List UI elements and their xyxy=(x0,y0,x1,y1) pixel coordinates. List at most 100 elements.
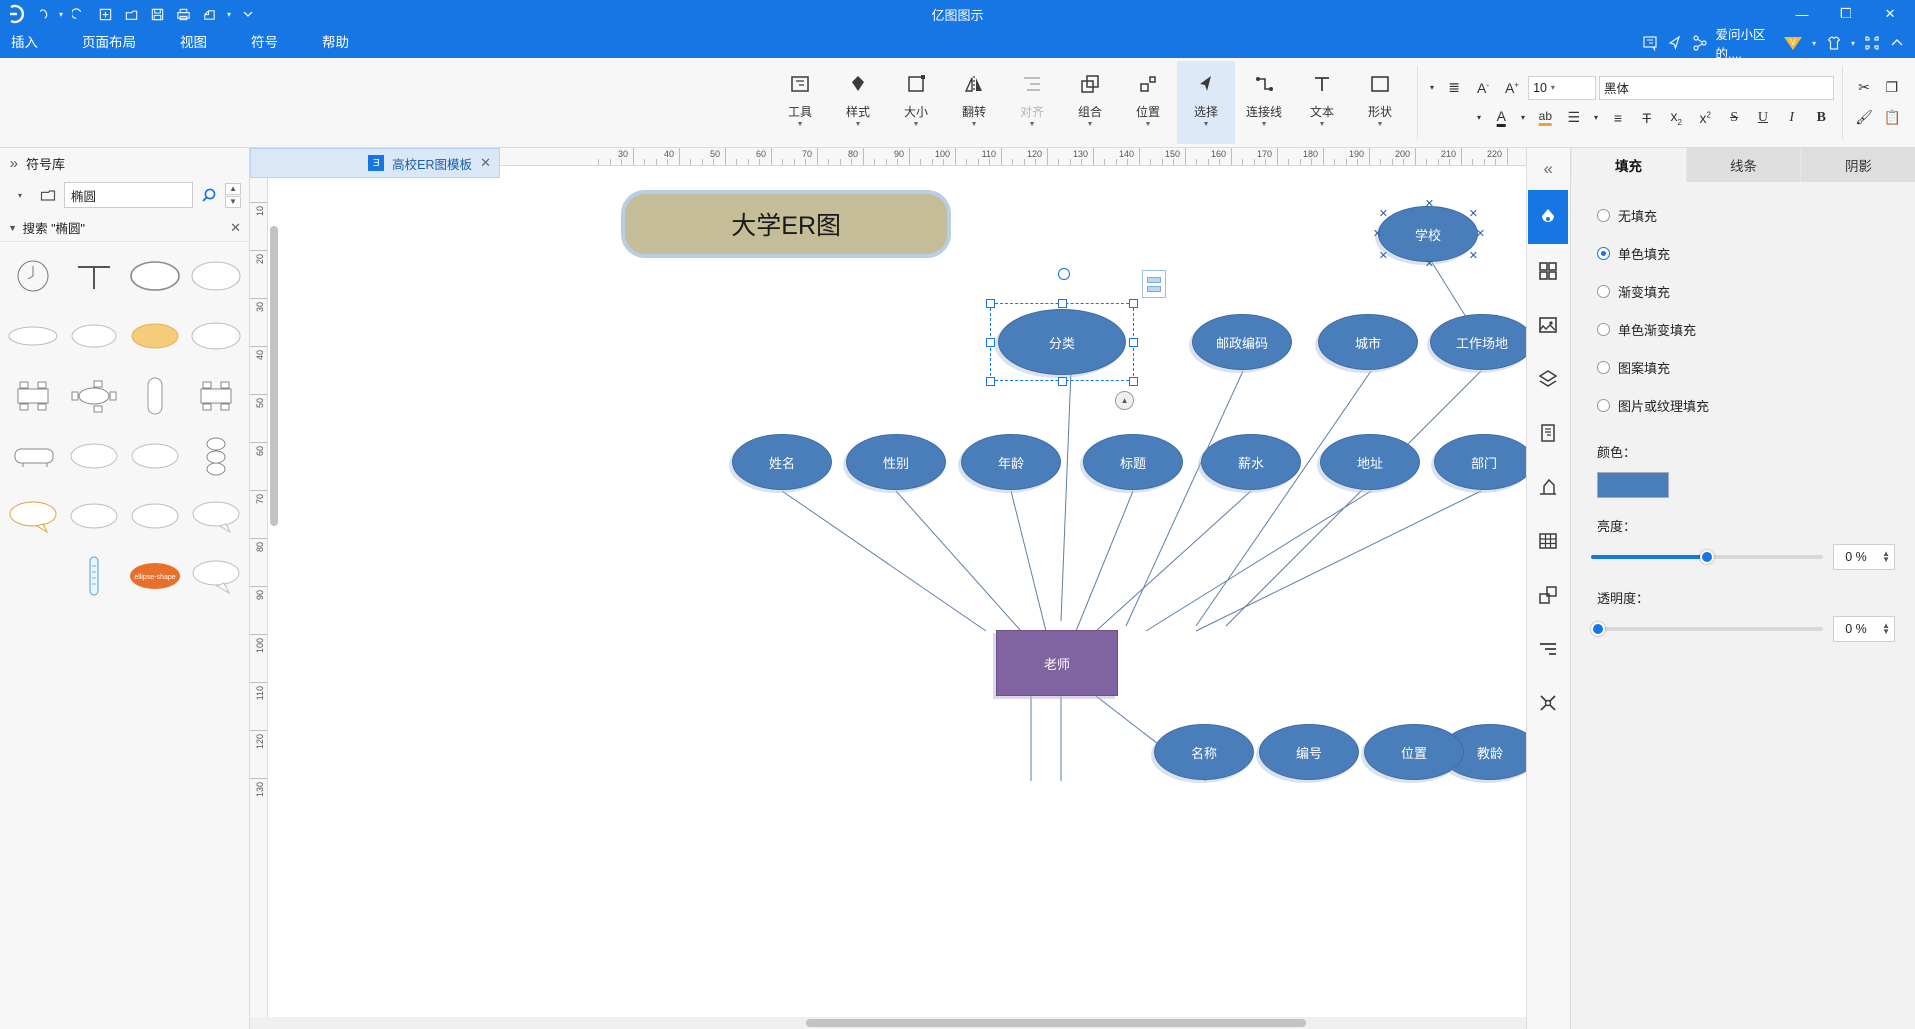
rail-container-tool[interactable] xyxy=(1529,568,1569,622)
scrollbar-thumb[interactable] xyxy=(270,226,278,526)
shape-tank[interactable] xyxy=(2,428,63,484)
resize-handle-tl[interactable] xyxy=(1129,299,1138,308)
tool-lianjiexian[interactable]: 连接线 ▼ xyxy=(1235,61,1293,144)
new-file-icon[interactable] xyxy=(94,2,118,26)
shape-oval-plain2[interactable] xyxy=(186,308,247,364)
grow-font-button[interactable]: A+ xyxy=(1499,76,1525,100)
resize-handle-tr[interactable] xyxy=(986,299,995,308)
radio-icon[interactable] xyxy=(1597,284,1610,298)
shape-table-seats-rect[interactable] xyxy=(2,368,63,424)
fill-option-tupianwenlitianchong[interactable]: 图片或纹理填充 xyxy=(1571,386,1915,424)
text-highlight-caret[interactable]: ▾ xyxy=(1473,106,1485,130)
attribute-chengshi[interactable]: 城市 xyxy=(1318,314,1418,370)
cut-button[interactable]: ✂ xyxy=(1851,76,1877,100)
shape-oval-small[interactable] xyxy=(63,308,124,364)
collapse-panel-button[interactable]: « xyxy=(1527,148,1570,190)
attribute-bumen[interactable]: 部门 xyxy=(1434,434,1526,490)
comment-icon[interactable] xyxy=(1641,31,1660,55)
attribute-bianhao[interactable]: 编号 xyxy=(1259,724,1359,780)
expand-icon[interactable]: » xyxy=(10,155,18,172)
font-name-select[interactable]: 黑体 xyxy=(1599,75,1834,100)
dropdown-caret-icon[interactable]: ▼ xyxy=(1087,121,1094,128)
resize-handle-mr[interactable] xyxy=(986,338,995,347)
shape-t-icon[interactable] xyxy=(63,248,124,304)
shape-ellipse-orange-label[interactable]: ellipse-shape xyxy=(125,548,186,604)
diagram-title-shape[interactable]: 大学ER图 xyxy=(621,190,951,258)
shape-oval-plain3[interactable] xyxy=(63,428,124,484)
line-spacing-button[interactable]: ≡ xyxy=(1605,106,1631,130)
radio-icon[interactable] xyxy=(1597,360,1610,374)
shape-speech-oval[interactable] xyxy=(186,488,247,544)
tab-fuhao[interactable]: 符号 xyxy=(229,28,300,58)
rail-page-tool[interactable] xyxy=(1529,406,1569,460)
tool-fanzhuan[interactable]: 翻转 ▼ xyxy=(945,61,1003,144)
shape-table-seats-round[interactable] xyxy=(63,368,124,424)
rail-layers-tool[interactable] xyxy=(1529,352,1569,406)
undo-dropdown-caret[interactable]: ▾ xyxy=(56,10,66,19)
radio-icon[interactable] xyxy=(1597,322,1610,336)
fill-option-jianbiantianchong[interactable]: 渐变填充 xyxy=(1571,272,1915,310)
tab-shitu[interactable]: 视图 xyxy=(158,28,229,58)
rail-shapes-library[interactable] xyxy=(1529,244,1569,298)
dropdown-caret-icon[interactable]: ▼ xyxy=(913,121,920,128)
canvas-vertical-scrollbar[interactable] xyxy=(270,166,278,1017)
tool-xingzhuang[interactable]: 形状 ▼ xyxy=(1351,61,1409,144)
scrollbar-thumb[interactable] xyxy=(806,1019,1306,1027)
resize-handle-tc[interactable] xyxy=(1058,299,1067,308)
canvas-horizontal-scrollbar[interactable] xyxy=(250,1017,1526,1029)
dropdown-caret-icon[interactable]: ▼ xyxy=(1203,121,1210,128)
window-minimize-button[interactable]: — xyxy=(1785,0,1819,28)
collapse-ribbon-icon[interactable] xyxy=(1888,31,1907,55)
font-size-select[interactable]: ▾ 10 xyxy=(1528,75,1596,100)
bullet-list-button[interactable]: ☰ xyxy=(1561,106,1587,130)
tool-daxiao[interactable]: 大小 ▼ xyxy=(887,61,945,144)
shape-search-input[interactable]: 椭圆 xyxy=(64,182,193,208)
dropdown-caret-icon[interactable]: ▼ xyxy=(797,121,804,128)
tool-yangshi[interactable]: 样式 ▼ xyxy=(829,61,887,144)
tab-xiantiao[interactable]: 线条 xyxy=(1685,148,1801,182)
dropdown-caret-icon[interactable]: ▼ xyxy=(1377,121,1384,128)
transparency-stepper[interactable]: ▲ ▼ 0 % xyxy=(1833,616,1895,642)
paste-button[interactable]: 📋 xyxy=(1879,106,1905,130)
share-icon[interactable] xyxy=(1691,31,1710,55)
dropdown-caret-icon[interactable]: ▼ xyxy=(1145,121,1152,128)
shape-oval-outline-gray[interactable] xyxy=(125,248,186,304)
rail-image-tool[interactable] xyxy=(1529,298,1569,352)
superscript-button[interactable]: x2 xyxy=(1692,106,1718,130)
line-spacing-caret[interactable]: ▾ xyxy=(1590,106,1602,130)
dropdown-caret-icon[interactable]: ▼ xyxy=(1029,121,1036,128)
radio-icon[interactable] xyxy=(1597,208,1610,222)
align-text-button[interactable]: ≣ xyxy=(1441,76,1467,100)
radio-icon[interactable] xyxy=(1597,398,1610,412)
shape-oval-plain[interactable] xyxy=(186,248,247,304)
open-folder-icon[interactable] xyxy=(120,2,144,26)
transparency-slider[interactable] xyxy=(1591,622,1823,636)
templates-grid-icon[interactable] xyxy=(1863,31,1882,55)
format-painter-button[interactable]: 🖌 xyxy=(1851,106,1877,130)
template-banner[interactable]: ✕ 高校ER图模板 E xyxy=(250,148,500,178)
shape-speech-oval-orange[interactable] xyxy=(2,488,63,544)
library-dropdown-caret[interactable]: ▾ xyxy=(8,182,32,208)
cursor-icon[interactable] xyxy=(1666,31,1685,55)
dropdown-caret-icon[interactable]: ▼ xyxy=(1261,121,1268,128)
underline-button[interactable]: U xyxy=(1750,106,1776,130)
font-color-button[interactable]: ab xyxy=(1532,106,1558,130)
shape-oval-plain6[interactable] xyxy=(125,488,186,544)
tool-duiqi[interactable]: 对齐 ▼ xyxy=(1003,61,1061,144)
resize-handle-bc[interactable] xyxy=(1058,377,1067,386)
shape-oval-orange[interactable] xyxy=(125,308,186,364)
attribute-weizhi[interactable]: 位置 xyxy=(1364,724,1464,780)
shape-chairs-stack[interactable] xyxy=(186,428,247,484)
brightness-stepper[interactable]: ▲ ▼ 0 % xyxy=(1833,544,1895,570)
rail-list-tool[interactable] xyxy=(1529,622,1569,676)
fill-option-dansejianbiantianchong[interactable]: 单色渐变填充 xyxy=(1571,310,1915,348)
shape-circle-arrow[interactable] xyxy=(2,248,63,304)
resize-handle-br[interactable] xyxy=(986,377,995,386)
tool-gongju[interactable]: 工具 ▼ xyxy=(771,61,829,144)
entity-laoshi[interactable]: 老师 xyxy=(996,630,1118,696)
action-button-handle[interactable]: ▲ xyxy=(1115,391,1134,410)
attribute-biaoti[interactable]: 标题 xyxy=(1083,434,1183,490)
dropdown-caret-icon[interactable]: ▼ xyxy=(971,121,978,128)
shape-oval-plain5[interactable] xyxy=(63,488,124,544)
tab-yinying[interactable]: 阴影 xyxy=(1800,148,1915,182)
